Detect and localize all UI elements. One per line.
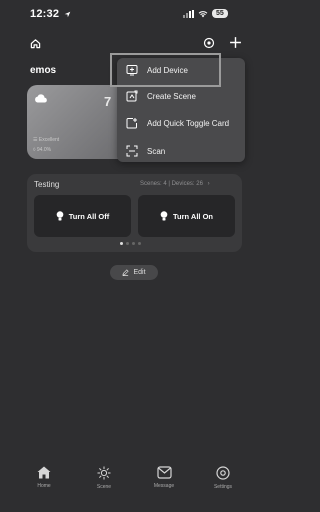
humidity-text: 94.0%	[36, 147, 52, 153]
create-scene-icon	[126, 90, 138, 102]
room-stats[interactable]: Scenes: 4 | Devices: 26 ›	[140, 181, 210, 187]
nav-label: Scene	[96, 484, 112, 490]
chevron-right-icon: ›	[207, 181, 210, 187]
home-icon	[37, 466, 51, 479]
menu-item-label: Create Scene	[147, 91, 196, 101]
edit-button[interactable]: Edit	[110, 265, 158, 280]
scene-icon	[97, 466, 111, 480]
room-stats-text: Scenes: 4 | Devices: 26	[140, 181, 203, 187]
cloud-icon	[35, 94, 47, 103]
nav-item-settings[interactable]: Settings	[198, 466, 248, 490]
location-arrow-icon	[65, 11, 71, 17]
nav-label: Home	[37, 483, 51, 489]
signal-icon	[183, 9, 194, 18]
nav-item-scene[interactable]: Scene	[79, 466, 129, 490]
leaf-icon: ☰	[33, 137, 38, 143]
nav-label: Settings	[213, 484, 233, 490]
humidity-row: ◊ 94.0%	[33, 147, 51, 153]
weather-temperature: 7	[104, 94, 112, 109]
battery-indicator: 55	[212, 9, 228, 18]
droplet-icon: ◊	[33, 147, 36, 153]
target-icon[interactable]	[203, 37, 215, 49]
status-time-text: 12:32	[30, 8, 60, 20]
bulb-icon	[160, 211, 168, 221]
page-dot	[132, 242, 135, 245]
highlight-box	[110, 53, 221, 87]
message-icon	[156, 466, 172, 479]
page-dot-active	[120, 242, 123, 245]
quick-toggle-icon	[126, 118, 137, 129]
page-dot	[126, 242, 129, 245]
air-quality-text: Excellent	[38, 137, 60, 143]
nav-item-home[interactable]: Home	[19, 466, 69, 489]
air-quality-row: ☰ Excellent	[33, 137, 59, 143]
turn-all-off-button[interactable]: Turn All Off	[34, 195, 131, 237]
scan-icon	[126, 145, 138, 157]
status-indicators: 55	[183, 9, 228, 18]
home-name[interactable]: emos	[30, 65, 56, 76]
pencil-icon	[122, 269, 130, 276]
edit-label: Edit	[133, 269, 146, 276]
page-dot	[138, 242, 141, 245]
menu-item-quick-toggle-card[interactable]: Add Quick Toggle Card	[126, 117, 229, 129]
turn-all-on-label: Turn All On	[173, 211, 213, 221]
menu-item-scan[interactable]: Scan	[126, 145, 165, 157]
home-switch-icon[interactable]	[30, 38, 41, 49]
nav-label: Message	[153, 483, 175, 489]
page-indicator	[120, 242, 141, 245]
menu-item-label: Add Quick Toggle Card	[147, 118, 230, 128]
menu-item-create-scene[interactable]: Create Scene	[126, 90, 196, 102]
status-time: 12:32	[30, 8, 71, 20]
nav-item-message[interactable]: Message	[139, 466, 189, 489]
wifi-icon	[198, 10, 208, 17]
plus-icon[interactable]	[229, 36, 242, 49]
bulb-icon	[56, 211, 64, 221]
settings-icon	[216, 466, 230, 480]
room-title[interactable]: Testing	[34, 180, 59, 189]
menu-item-label: Scan	[147, 146, 166, 156]
turn-all-on-button[interactable]: Turn All On	[138, 195, 235, 237]
turn-all-off-label: Turn All Off	[68, 211, 110, 221]
